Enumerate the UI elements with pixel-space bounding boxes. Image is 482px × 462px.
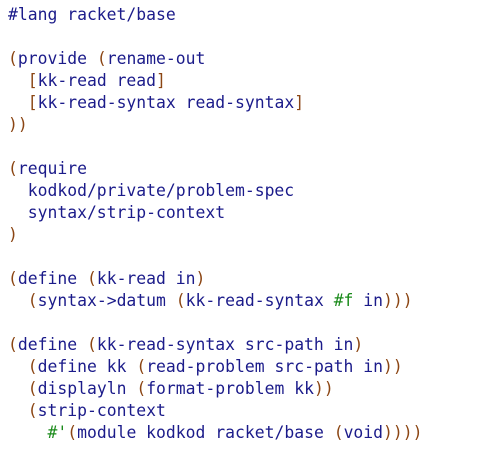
code-line: (require: [8, 158, 478, 180]
code-token-paren: (: [8, 335, 18, 354]
code-token-paren: (: [8, 269, 18, 288]
code-token-plain: in: [353, 291, 384, 310]
code-token-paren: )): [383, 357, 403, 376]
code-token-paren: ))): [383, 291, 413, 310]
code-token-quote: #': [47, 423, 68, 442]
code-token-paren: (: [175, 291, 186, 310]
code-token-plain: #lang racket/base: [8, 5, 176, 24]
code-token-paren: )): [8, 115, 28, 134]
code-token-paren: (: [27, 401, 38, 420]
code-token-plain: kk-read-syntax read-syntax: [37, 93, 295, 112]
code-token-plain: format-problem kk: [146, 379, 314, 398]
code-token-paren: [: [27, 93, 38, 112]
code-token-paren: ]: [294, 93, 305, 112]
code-token-paren: (: [27, 291, 38, 310]
code-token-bool: #f: [333, 291, 354, 310]
code-token-plain: define: [17, 269, 87, 288]
code-token-paren: (: [136, 357, 147, 376]
code-token-paren: (: [67, 423, 78, 442]
code-line: )): [8, 114, 478, 136]
code-token-plain: define: [17, 335, 87, 354]
code-token-plain: kodkod/private/problem-spec: [8, 181, 295, 200]
code-token-paren: (: [27, 357, 38, 376]
code-token-plain: require: [17, 159, 87, 178]
code-token-plain: define kk: [37, 357, 137, 376]
code-token-paren: (: [86, 269, 97, 288]
code-token-paren: )): [313, 379, 334, 398]
code-token-plain: rename-out: [106, 49, 206, 68]
code-token-plain: module kodkod racket/base: [77, 423, 334, 442]
code-line: (provide (rename-out: [8, 48, 478, 70]
code-token-plain: kk-read in: [96, 269, 196, 288]
code-line: #'(module kodkod racket/base (void)))): [8, 422, 478, 444]
code-line: (displayln (format-problem kk)): [8, 378, 478, 400]
code-token-plain: read-problem src-path in: [146, 357, 384, 376]
code-line: (define (kk-read in): [8, 268, 478, 290]
code-token-paren: (: [333, 423, 344, 442]
code-editor[interactable]: #lang racket/base (provide (rename-out [k…: [8, 4, 478, 458]
code-line: (syntax->datum (kk-read-syntax #f in))): [8, 290, 478, 312]
code-token-paren: ): [195, 269, 206, 288]
code-token-paren: ): [8, 225, 18, 244]
code-line: kodkod/private/problem-spec: [8, 180, 478, 202]
code-line: syntax/strip-context: [8, 202, 478, 224]
code-line: (define (kk-read-syntax src-path in): [8, 334, 478, 356]
code-line: [kk-read read]: [8, 70, 478, 92]
code-token-paren: (: [27, 379, 38, 398]
code-token-paren: ): [353, 335, 364, 354]
code-token-paren: ]: [156, 71, 166, 90]
code-token-paren: [: [27, 71, 38, 90]
code-token-paren: (: [136, 379, 147, 398]
code-line: (define kk (read-problem src-path in)): [8, 356, 478, 378]
code-line: #lang racket/base: [8, 4, 478, 26]
code-token-plain: provide: [17, 49, 97, 68]
code-token-paren: (: [8, 49, 18, 68]
code-token-plain: void: [343, 423, 384, 442]
code-token-plain: syntax->datum: [37, 291, 176, 310]
code-token-paren: (: [8, 159, 18, 178]
code-line: ): [8, 224, 478, 246]
code-token-paren: (: [96, 49, 107, 68]
code-token-plain: displayln: [37, 379, 137, 398]
code-line: (strip-context: [8, 400, 478, 422]
code-token-plain: strip-context: [37, 401, 166, 420]
code-token-plain: kk-read read: [37, 71, 157, 90]
code-token-paren: )))): [383, 423, 423, 442]
code-line: [kk-read-syntax read-syntax]: [8, 92, 478, 114]
code-token-plain: syntax/strip-context: [8, 203, 226, 222]
code-token-plain: kk-read-syntax: [185, 291, 334, 310]
code-token-paren: (: [86, 335, 97, 354]
code-token-plain: kk-read-syntax src-path in: [96, 335, 354, 354]
